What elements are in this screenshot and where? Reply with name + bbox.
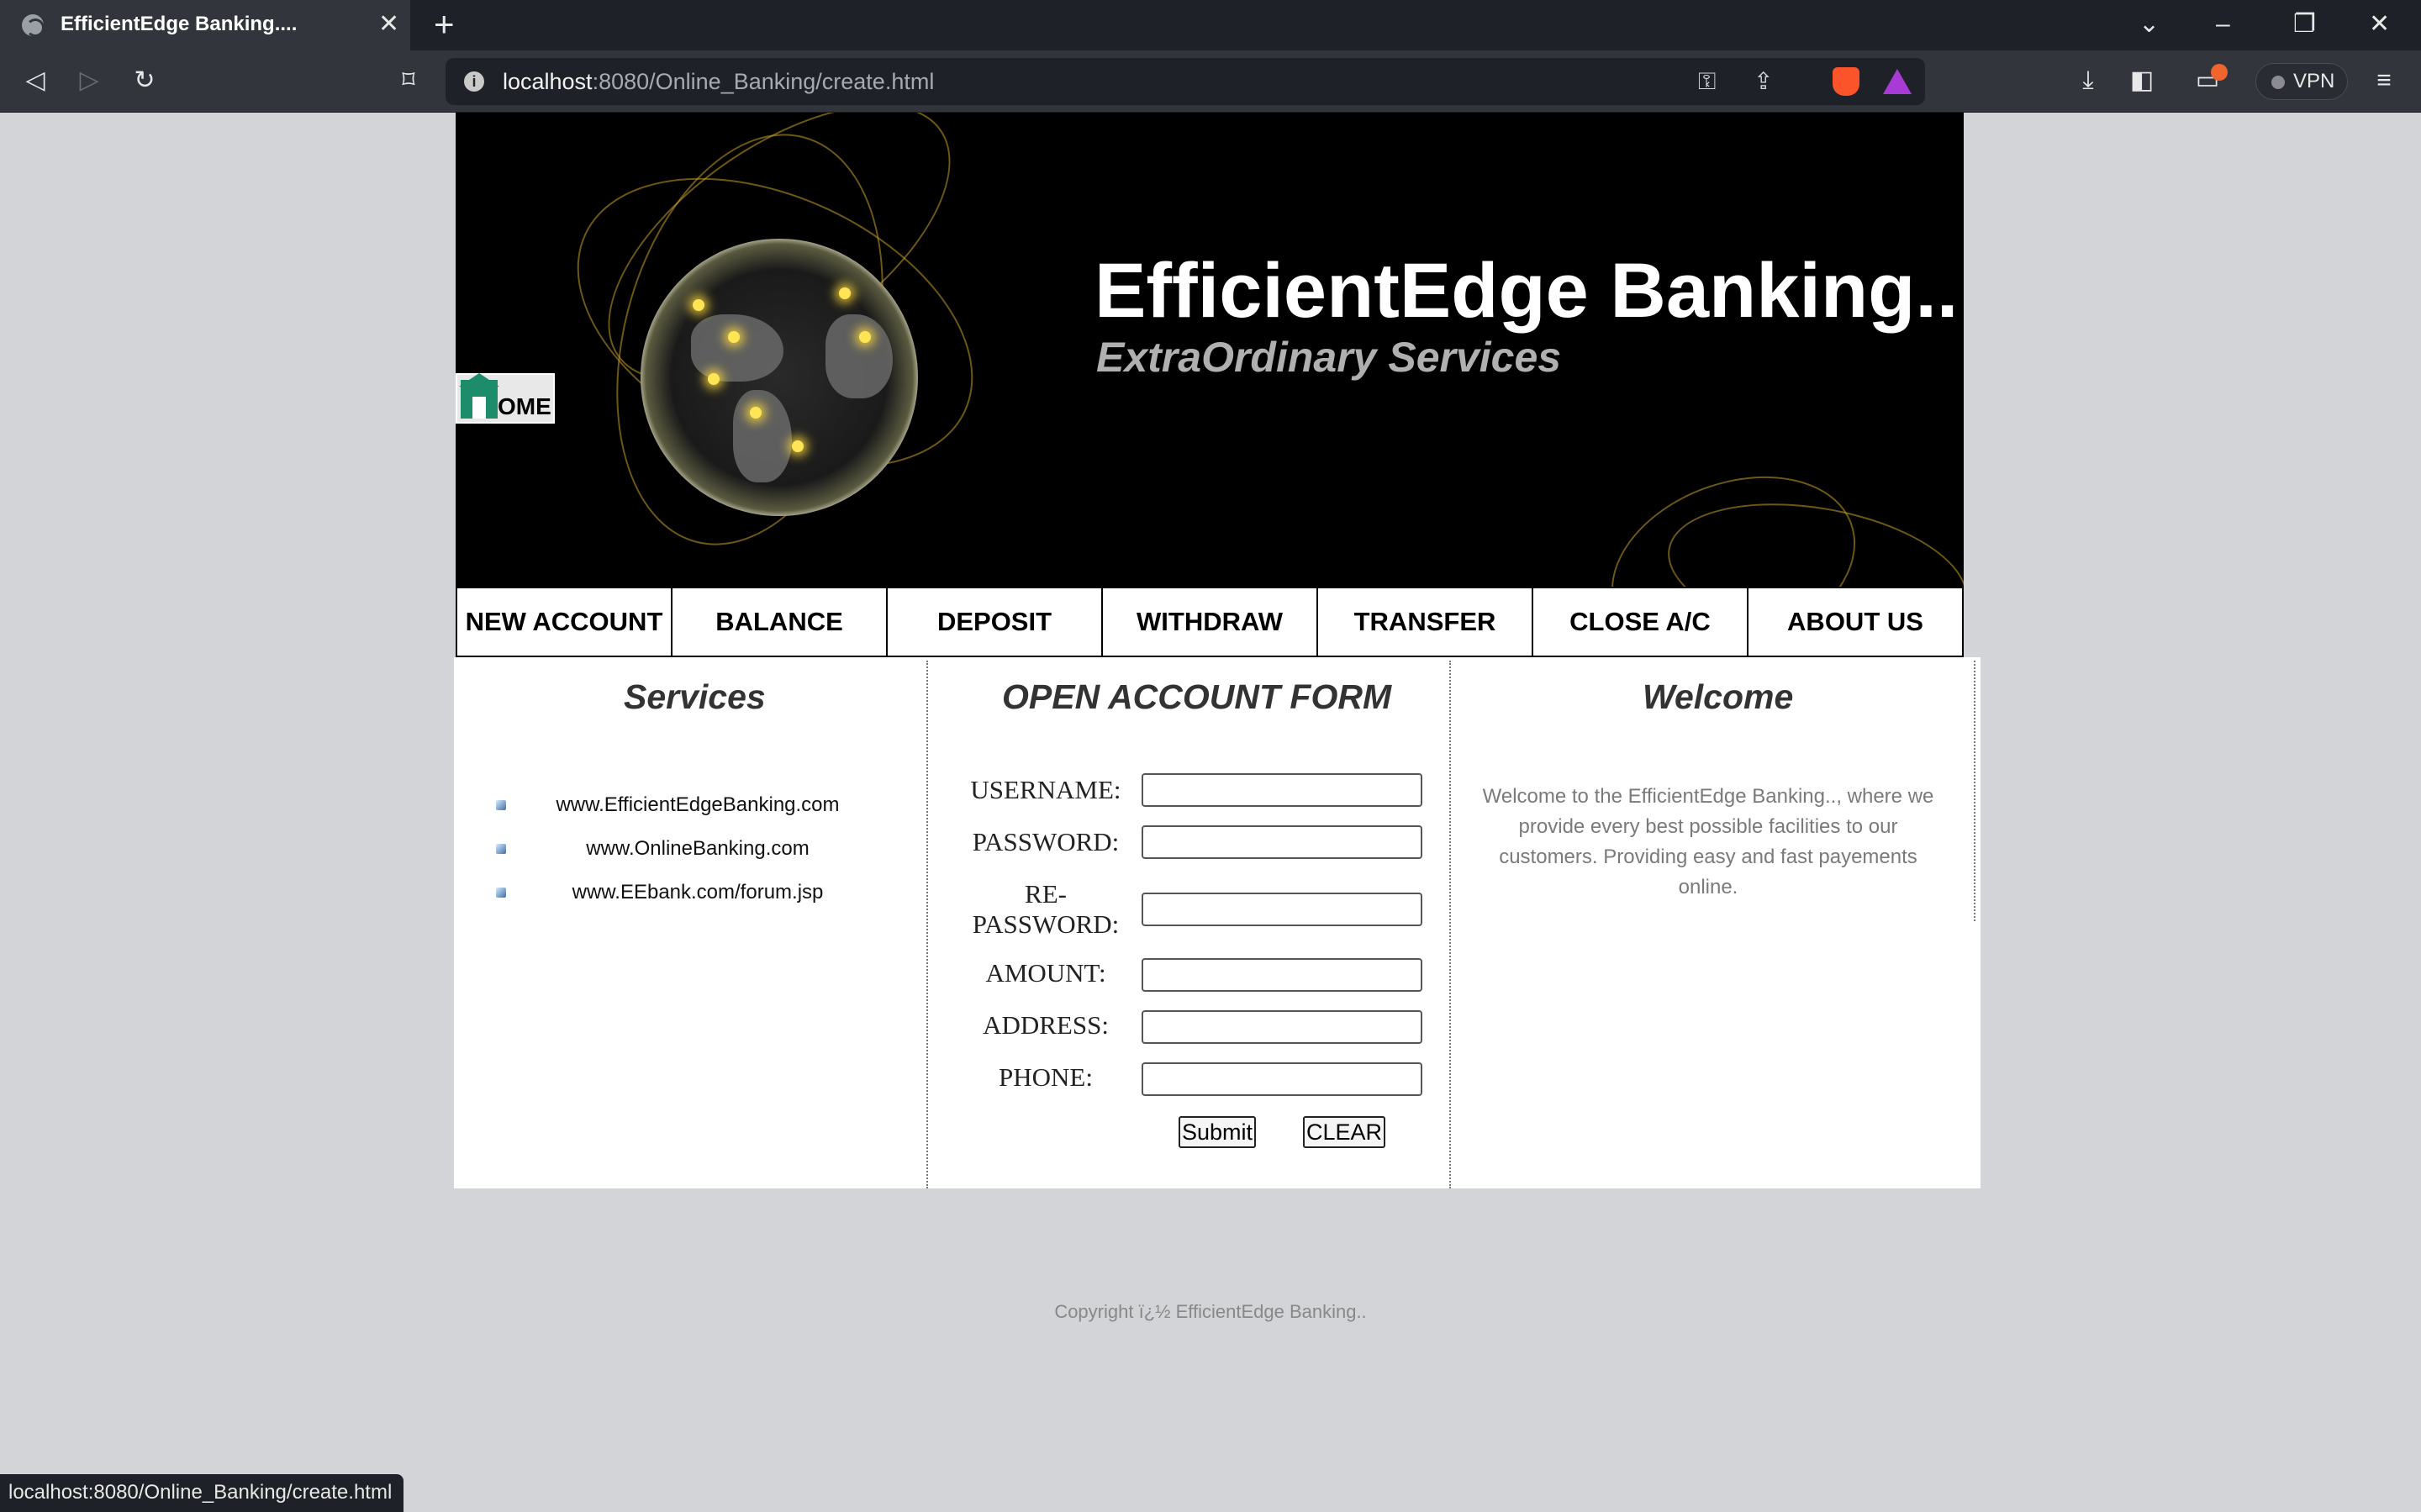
nav-balance[interactable]: BALANCE <box>672 588 888 656</box>
amount-label: AMOUNT: <box>985 958 1106 988</box>
light-spark <box>708 373 720 385</box>
house-icon <box>459 373 499 419</box>
form-title: OPEN ACCOUNT FORM <box>1002 677 1392 716</box>
light-spark <box>728 331 740 343</box>
continent-shape <box>733 390 792 482</box>
light-spark <box>792 440 804 452</box>
light-spark <box>839 287 851 299</box>
share-icon[interactable]: ⇪ <box>1754 68 1773 95</box>
column-divider <box>926 661 928 1188</box>
minimize-icon[interactable]: – <box>2216 5 2230 44</box>
light-spark <box>750 407 762 419</box>
bank-tagline: ExtraOrdinary Services <box>1096 334 1562 381</box>
globe-icon <box>22 14 45 37</box>
forward-icon[interactable]: ▷ <box>72 64 106 97</box>
main-nav: NEW ACCOUNT BALANCE DEPOSIT WITHDRAW TRA… <box>456 587 1964 657</box>
username-label: USERNAME: <box>970 775 1121 804</box>
tab-title: EfficientEdge Banking.... <box>61 13 298 35</box>
back-icon[interactable]: ◁ <box>18 64 52 97</box>
nav-new-account[interactable]: NEW ACCOUNT <box>457 588 672 656</box>
new-tab-button[interactable]: + <box>434 5 455 44</box>
service-link-text[interactable]: www.OnlineBanking.com <box>586 837 809 860</box>
restore-icon[interactable]: ❐ <box>2293 5 2316 44</box>
continent-shape <box>825 314 893 398</box>
bullet-icon <box>496 800 506 810</box>
light-spark <box>693 299 704 311</box>
header-banner: EfficientEdge Banking.. ExtraOrdinary Se… <box>456 113 1964 588</box>
bullet-icon <box>496 844 506 854</box>
brave-shield-icon[interactable] <box>1833 67 1859 96</box>
key-icon[interactable]: ⚿ <box>1698 68 1716 95</box>
browser-toolbar: ◁ ▷ ↻ ⌑ i localhost:8080/Online_Banking/… <box>0 50 2421 113</box>
nav-about-us[interactable]: ABOUT US <box>1748 588 1962 656</box>
service-link-text[interactable]: www.EfficientEdgeBanking.com <box>556 793 839 816</box>
amount-input[interactable] <box>1142 958 1422 992</box>
vpn-button[interactable]: VPN <box>2255 63 2348 100</box>
tab-search-chevron-icon[interactable]: ⌄ <box>2139 5 2160 44</box>
browser-tab-bar: EfficientEdge Banking.... ✕ + ⌄ – ❐ ✕ <box>0 0 2421 50</box>
light-spark <box>859 331 871 343</box>
bullet-icon <box>496 888 506 898</box>
notification-badge <box>2211 64 2228 81</box>
column-divider <box>1449 661 1451 1188</box>
close-tab-icon[interactable]: ✕ <box>378 8 399 40</box>
nav-withdraw[interactable]: WITHDRAW <box>1103 588 1318 656</box>
window-close-icon[interactable]: ✕ <box>2369 5 2390 44</box>
services-list: www.EfficientEdgeBanking.com www.OnlineB… <box>496 783 899 914</box>
main-content: Services www.EfficientEdgeBanking.com ww… <box>454 657 1981 1188</box>
reload-icon[interactable]: ↻ <box>128 64 161 97</box>
column-divider <box>1974 661 1975 921</box>
bank-name: EfficientEdge Banking.. <box>1094 248 1959 334</box>
nav-deposit[interactable]: DEPOSIT <box>888 588 1103 656</box>
footer-copyright: Copyright ï¿½ EfficientEdge Banking.. <box>1054 1301 1367 1322</box>
address-input[interactable] <box>1142 1010 1422 1044</box>
phone-label: PHONE: <box>999 1062 1093 1092</box>
sidebar-icon[interactable]: ◧ <box>2125 64 2159 97</box>
globe-image <box>641 239 918 516</box>
browser-tab[interactable]: EfficientEdge Banking.... ✕ <box>0 0 410 50</box>
nav-transfer[interactable]: TRANSFER <box>1318 588 1533 656</box>
welcome-title: Welcome <box>1643 677 1794 716</box>
phone-input[interactable] <box>1142 1062 1422 1096</box>
nav-close-account[interactable]: CLOSE A/C <box>1533 588 1748 656</box>
welcome-text: Welcome to the EfficientEdge Banking.., … <box>1482 785 1934 898</box>
site-info-icon[interactable]: i <box>464 71 484 92</box>
menu-icon[interactable]: ≡ <box>2367 64 2401 97</box>
services-title: Services <box>624 677 766 716</box>
home-button-text: OME <box>498 393 551 419</box>
submit-button[interactable]: Submit <box>1179 1116 1256 1148</box>
clear-button[interactable]: CLEAR <box>1303 1116 1385 1148</box>
continent-shape <box>691 314 783 382</box>
service-link[interactable]: www.EEbank.com/forum.jsp <box>496 871 899 914</box>
download-icon[interactable]: ⤓ <box>2071 64 2105 97</box>
status-bar-url: localhost:8080/Online_Banking/create.htm… <box>0 1474 404 1512</box>
service-link[interactable]: www.EfficientEdgeBanking.com <box>496 783 899 827</box>
repassword-input[interactable] <box>1142 893 1422 926</box>
username-input[interactable] <box>1142 773 1422 807</box>
url-text[interactable]: localhost:8080/Online_Banking/create.htm… <box>503 69 934 95</box>
bookmark-icon[interactable]: ⌑ <box>392 64 425 97</box>
service-link-text[interactable]: www.EEbank.com/forum.jsp <box>572 881 824 904</box>
address-bar[interactable]: i localhost:8080/Online_Banking/create.h… <box>446 58 1925 105</box>
repassword-label: RE-PASSWORD: <box>972 879 1120 939</box>
home-button[interactable]: OME <box>456 373 555 424</box>
rewards-icon[interactable] <box>1883 69 1912 94</box>
address-label: ADDRESS: <box>983 1010 1109 1040</box>
service-link[interactable]: www.OnlineBanking.com <box>496 827 899 871</box>
password-label: PASSWORD: <box>972 827 1120 856</box>
password-input[interactable] <box>1142 825 1422 859</box>
